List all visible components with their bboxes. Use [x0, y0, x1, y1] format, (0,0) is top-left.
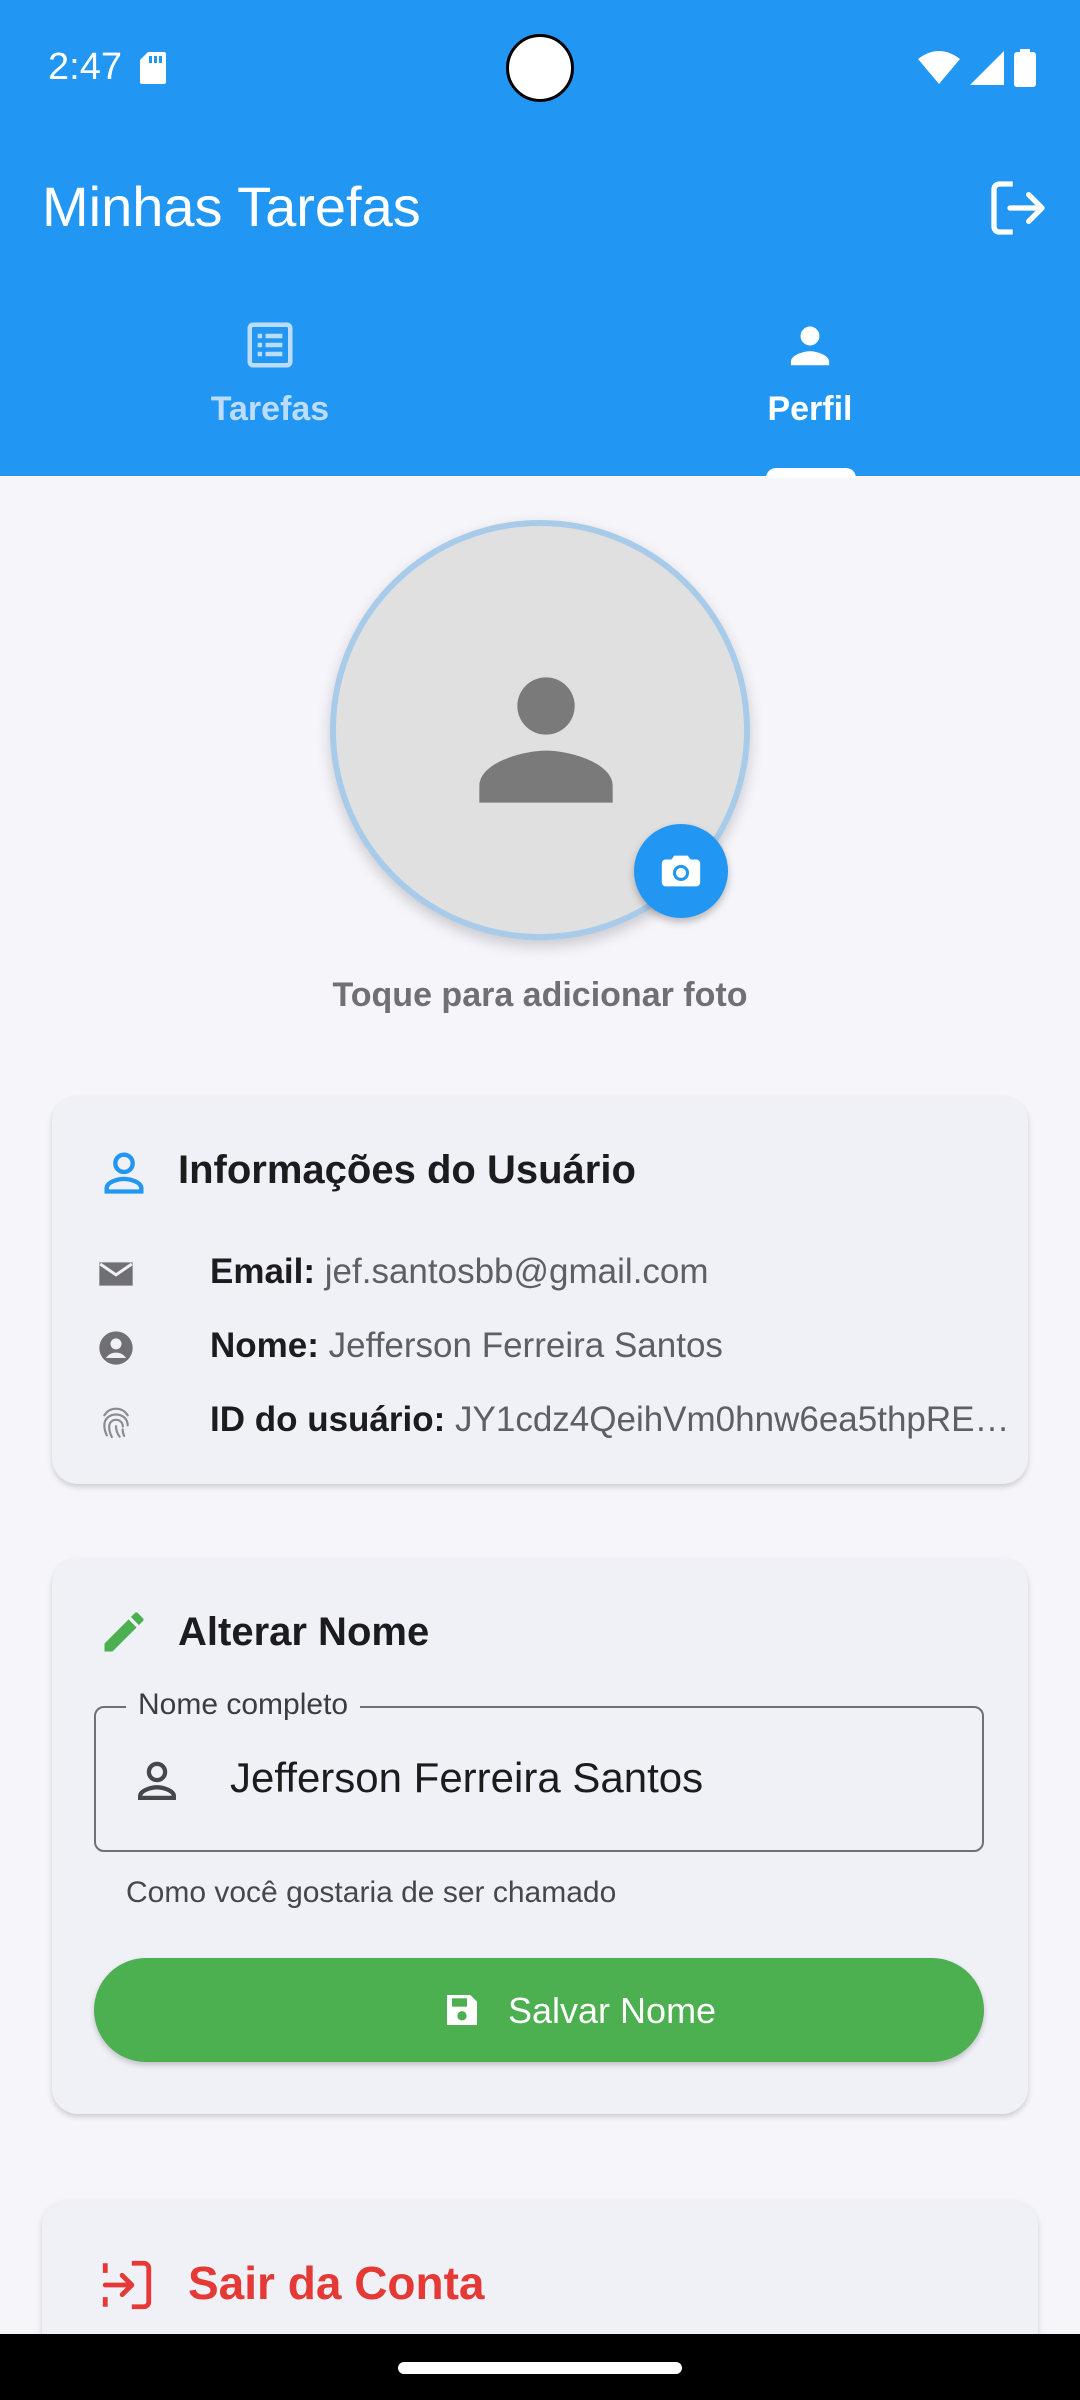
system-nav-bar — [0, 2334, 1080, 2400]
change-name-title: Alterar Nome — [178, 1610, 430, 1654]
save-name-label: Salvar Nome — [508, 1990, 717, 2031]
battery-icon — [1014, 49, 1036, 87]
email-icon — [99, 1262, 133, 1286]
edit-pencil-icon — [104, 1612, 144, 1652]
app-bar: Minhas Tarefas — [0, 134, 1080, 284]
person-outline-icon — [137, 1761, 177, 1801]
person-placeholder-icon — [479, 677, 613, 803]
tab-bar: Tarefas Perfil — [0, 290, 1080, 476]
user-id-row: ID do usuário: JY1cdz4QeihVm0hnw6ea5thpR… — [96, 1396, 1016, 1446]
save-icon — [447, 1995, 477, 2025]
tab-label-perfil: Perfil — [767, 390, 853, 428]
full-name-field[interactable]: Nome completo — [94, 1688, 984, 1852]
wifi-icon — [918, 51, 960, 84]
avatar-hint: Toque para adicionar foto — [332, 976, 748, 1014]
logout-label: Sair da Conta — [188, 2257, 485, 2309]
person-icon — [790, 326, 830, 366]
list-alt-icon — [247, 322, 293, 368]
tab-indicator — [766, 468, 856, 478]
name-text: Nome: Jefferson Ferreira Santos — [210, 1326, 723, 1365]
app-header: 2:47 Minhas Tarefas Tarefas Perfil — [0, 0, 1080, 478]
sd-card-icon — [140, 52, 166, 84]
camera-icon — [661, 855, 701, 887]
fingerprint-icon — [103, 1407, 129, 1439]
user-info-card: Informações do Usuário Email: jef.santos… — [52, 1096, 1028, 1484]
name-row: Nome: Jefferson Ferreira Santos — [96, 1322, 1016, 1372]
camera-cutout — [506, 34, 574, 102]
avatar-section — [330, 520, 750, 940]
change-name-card: Alterar Nome Nome completo Como você gos… — [52, 1558, 1028, 2114]
tab-label-tarefas: Tarefas — [210, 390, 330, 428]
signal-icon — [970, 51, 1004, 85]
home-gesture-handle[interactable] — [398, 2362, 682, 2374]
user-id-text: ID do usuário: JY1cdz4QeihVm0hnw6ea5thpR… — [210, 1400, 1010, 1439]
account-circle-icon — [99, 1331, 133, 1365]
full-name-label: Nome completo — [126, 1688, 361, 1722]
login-exit-icon — [102, 2260, 152, 2310]
camera-button[interactable] — [634, 824, 728, 918]
tab-perfil[interactable]: Perfil — [540, 290, 1080, 476]
tab-tarefas[interactable]: Tarefas — [0, 290, 540, 476]
app-title: Minhas Tarefas — [42, 175, 421, 238]
user-info-title: Informações do Usuário — [178, 1148, 636, 1192]
logout-icon[interactable] — [986, 176, 1050, 240]
email-row: Email: jef.santosbb@gmail.com — [96, 1248, 1016, 1298]
status-time: 2:47 — [48, 46, 122, 88]
email-text: Email: jef.santosbb@gmail.com — [210, 1252, 709, 1291]
save-name-button[interactable]: Salvar Nome — [94, 1958, 984, 2062]
status-bar: 2:47 — [0, 0, 1080, 134]
full-name-input[interactable] — [230, 1754, 950, 1802]
screen: 2:47 Minhas Tarefas Tarefas Perfil Toque… — [0, 0, 1080, 2334]
logout-card[interactable]: Sair da Conta — [42, 2200, 1038, 2334]
person-outline-icon — [104, 1152, 144, 1194]
status-icons — [918, 48, 1036, 88]
full-name-helper: Como você gostaria de ser chamado — [126, 1876, 617, 1909]
